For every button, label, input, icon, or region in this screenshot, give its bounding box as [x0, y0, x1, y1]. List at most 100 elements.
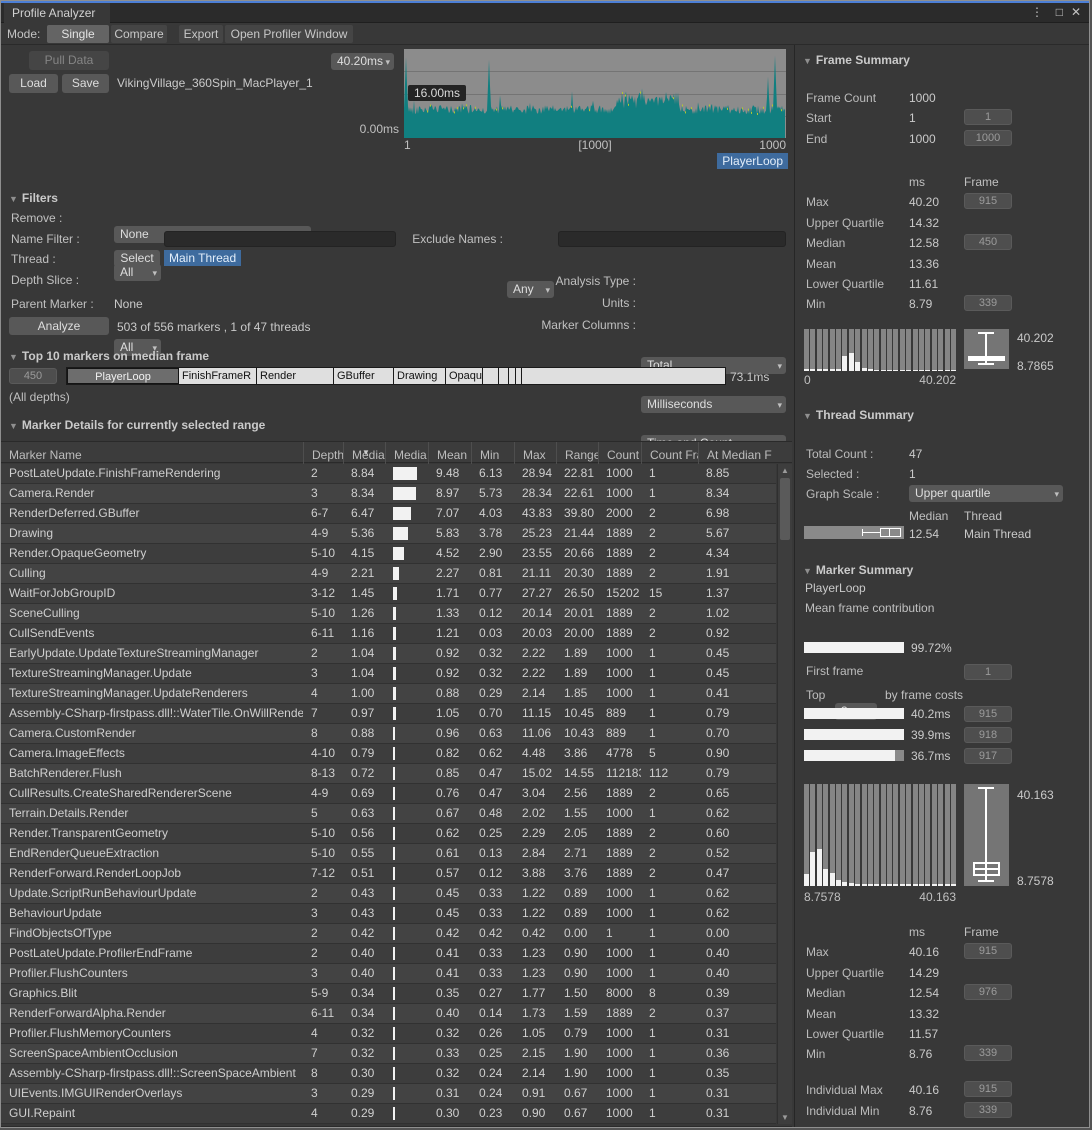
- marker-summary-header[interactable]: ▼Marker Summary: [803, 563, 913, 577]
- column-header-9[interactable]: Count Fra: [641, 442, 698, 464]
- thread-name[interactable]: Main Thread: [964, 527, 1031, 541]
- units-dropdown[interactable]: Milliseconds▾: [641, 396, 786, 413]
- marker-table-header[interactable]: Marker NameDepthMedia▼MediaMeanMinMaxRan…: [1, 441, 792, 463]
- column-header-7[interactable]: Range: [556, 442, 598, 464]
- column-header-5[interactable]: Min: [471, 442, 514, 464]
- thread-summary-header[interactable]: ▼Thread Summary: [803, 408, 914, 422]
- column-header-0[interactable]: Marker Name: [1, 442, 303, 464]
- marker-stat-frame-badge[interactable]: 339: [964, 1045, 1012, 1061]
- frame-cost-badge[interactable]: 918: [964, 727, 1012, 743]
- frame-stat-frame-badge[interactable]: 915: [964, 193, 1012, 209]
- scrollbar-thumb[interactable]: [2, 1127, 772, 1128]
- column-header-4[interactable]: Mean: [428, 442, 471, 464]
- tab-profile-analyzer[interactable]: Profile Analyzer: [4, 3, 110, 23]
- selected-marker-chip[interactable]: PlayerLoop: [717, 153, 788, 169]
- table-row[interactable]: Drawing4-95.365.833.7825.2321.44188925.6…: [1, 524, 776, 544]
- table-row[interactable]: TextureStreamingManager.Update31.040.920…: [1, 664, 776, 684]
- thread-select-button[interactable]: Select: [114, 250, 160, 267]
- top10-segment[interactable]: Render: [257, 368, 334, 384]
- table-row[interactable]: Profiler.FlushMemoryCounters40.320.320.2…: [1, 1024, 776, 1044]
- table-row[interactable]: Camera.CustomRender80.880.960.6311.0610.…: [1, 724, 776, 744]
- save-button[interactable]: Save: [62, 74, 109, 93]
- table-row[interactable]: PostLateUpdate.FinishFrameRendering28.84…: [1, 464, 776, 484]
- marker-table[interactable]: PostLateUpdate.FinishFrameRendering28.84…: [1, 464, 776, 1124]
- table-row[interactable]: CullSendEvents6-111.161.210.0320.0320.00…: [1, 624, 776, 644]
- median-frame-badge[interactable]: 450: [9, 368, 57, 384]
- maximize-icon[interactable]: □: [1056, 4, 1063, 20]
- table-row[interactable]: BehaviourUpdate30.430.450.331.220.891000…: [1, 904, 776, 924]
- thread-selected-chip[interactable]: Main Thread: [164, 250, 241, 266]
- top10-marker-bar[interactable]: PlayerLoopFinishFrameRRenderGBufferDrawi…: [66, 367, 726, 385]
- frame-cost-badge[interactable]: 915: [964, 706, 1012, 722]
- table-row[interactable]: EarlyUpdate.UpdateTextureStreamingManage…: [1, 644, 776, 664]
- marker-details-section-header[interactable]: ▼Marker Details for currently selected r…: [9, 418, 265, 432]
- table-row[interactable]: FindObjectsOfType20.420.420.420.420.0011…: [1, 924, 776, 944]
- table-row[interactable]: WaitForJobGroupID3-121.451.710.7727.2726…: [1, 584, 776, 604]
- column-header-8[interactable]: Count: [598, 442, 641, 464]
- first-frame-badge[interactable]: 1: [964, 664, 1012, 680]
- table-row[interactable]: Render.TransparentGeometry5-100.560.620.…: [1, 824, 776, 844]
- horizontal-scrollbar[interactable]: [1, 1126, 792, 1128]
- exclude-names-input[interactable]: [558, 231, 786, 247]
- column-header-1[interactable]: Depth: [303, 442, 343, 464]
- table-row[interactable]: UIEvents.IMGUIRenderOverlays30.290.310.2…: [1, 1084, 776, 1104]
- name-filter-input[interactable]: [164, 231, 396, 247]
- frame-time-graph[interactable]: 16.00ms: [404, 49, 786, 138]
- scrollbar-thumb[interactable]: [780, 478, 790, 540]
- column-header-10[interactable]: At Median F: [698, 442, 776, 464]
- table-row[interactable]: PostLateUpdate.ProfilerEndFrame20.400.41…: [1, 944, 776, 964]
- table-row[interactable]: Render.OpaqueGeometry5-104.154.522.9023.…: [1, 544, 776, 564]
- close-icon[interactable]: ✕: [1071, 4, 1081, 20]
- table-row[interactable]: TextureStreamingManager.UpdateRenderers4…: [1, 684, 776, 704]
- table-row[interactable]: CullResults.CreateSharedRendererScene4-9…: [1, 784, 776, 804]
- kebab-menu-icon[interactable]: ⋮: [1031, 4, 1043, 20]
- top10-segment[interactable]: [499, 368, 509, 384]
- table-row[interactable]: ScreenSpaceAmbientOcclusion70.320.330.25…: [1, 1044, 776, 1064]
- frame-cost-badge[interactable]: 917: [964, 748, 1012, 764]
- table-row[interactable]: Terrain.Details.Render50.630.670.482.021…: [1, 804, 776, 824]
- vertical-scrollbar[interactable]: ▲ ▼: [777, 464, 792, 1124]
- graph-scale-dropdown[interactable]: Upper quartile▾: [909, 485, 1063, 502]
- marker-stat-frame-badge[interactable]: 976: [964, 984, 1012, 1000]
- top10-segment[interactable]: Opaqu: [446, 368, 483, 384]
- table-row[interactable]: Assembly-CSharp-firstpass.dll!::WaterTil…: [1, 704, 776, 724]
- table-row[interactable]: BatchRenderer.Flush8-130.720.850.4715.02…: [1, 764, 776, 784]
- analyze-button[interactable]: Analyze: [9, 317, 109, 335]
- frame-stat-frame-badge[interactable]: 339: [964, 295, 1012, 311]
- top10-segment[interactable]: FinishFrameR: [179, 368, 257, 384]
- frame-summary-header[interactable]: ▼Frame Summary: [803, 53, 910, 67]
- pull-data-button[interactable]: Pull Data: [29, 51, 109, 70]
- table-row[interactable]: Camera.ImageEffects4-100.790.820.624.483…: [1, 744, 776, 764]
- load-button[interactable]: Load: [9, 74, 58, 93]
- table-row[interactable]: RenderDeferred.GBuffer6-76.477.074.0343.…: [1, 504, 776, 524]
- mode-button-export[interactable]: Export: [179, 25, 223, 43]
- mode-button-single[interactable]: Single: [47, 25, 109, 43]
- top10-segment[interactable]: GBuffer: [334, 368, 394, 384]
- marker-stat-frame-badge[interactable]: 915: [964, 943, 1012, 959]
- top10-segment[interactable]: [483, 368, 499, 384]
- scroll-down-icon[interactable]: ▼: [778, 1113, 792, 1122]
- table-row[interactable]: RenderForwardAlpha.Render6-110.340.400.1…: [1, 1004, 776, 1024]
- filters-section-header[interactable]: ▼Filters: [9, 191, 58, 205]
- top10-section-header[interactable]: ▼Top 10 markers on median frame: [9, 349, 209, 363]
- column-header-6[interactable]: Max: [514, 442, 556, 464]
- marker-individual-frame-badge[interactable]: 339: [964, 1102, 1012, 1118]
- table-row[interactable]: SceneCulling5-101.261.330.1220.1420.0118…: [1, 604, 776, 624]
- mode-button-open-profiler-window[interactable]: Open Profiler Window: [225, 25, 353, 43]
- table-row[interactable]: GUI.Repaint40.290.300.230.900.67100010.3…: [1, 1104, 776, 1124]
- top10-segment[interactable]: [509, 368, 516, 384]
- table-row[interactable]: Graphics.Blit5-90.340.350.271.771.508000…: [1, 984, 776, 1004]
- column-header-3[interactable]: Media: [385, 442, 428, 464]
- table-row[interactable]: Profiler.FlushCounters30.400.410.331.230…: [1, 964, 776, 984]
- table-row[interactable]: Update.ScriptRunBehaviourUpdate20.430.45…: [1, 884, 776, 904]
- marker-individual-frame-badge[interactable]: 915: [964, 1081, 1012, 1097]
- frame-info-frame-badge[interactable]: 1: [964, 109, 1012, 125]
- table-row[interactable]: EndRenderQueueExtraction5-100.550.610.13…: [1, 844, 776, 864]
- top10-segment[interactable]: PlayerLoop: [67, 368, 179, 384]
- mode-button-compare[interactable]: Compare: [111, 25, 167, 43]
- frame-info-frame-badge[interactable]: 1000: [964, 130, 1012, 146]
- table-row[interactable]: Culling4-92.212.270.8121.1120.30188921.9…: [1, 564, 776, 584]
- scroll-up-icon[interactable]: ▲: [778, 466, 792, 475]
- range-dropdown[interactable]: 40.20ms ▾: [331, 53, 394, 70]
- column-header-2[interactable]: Media▼: [343, 442, 385, 464]
